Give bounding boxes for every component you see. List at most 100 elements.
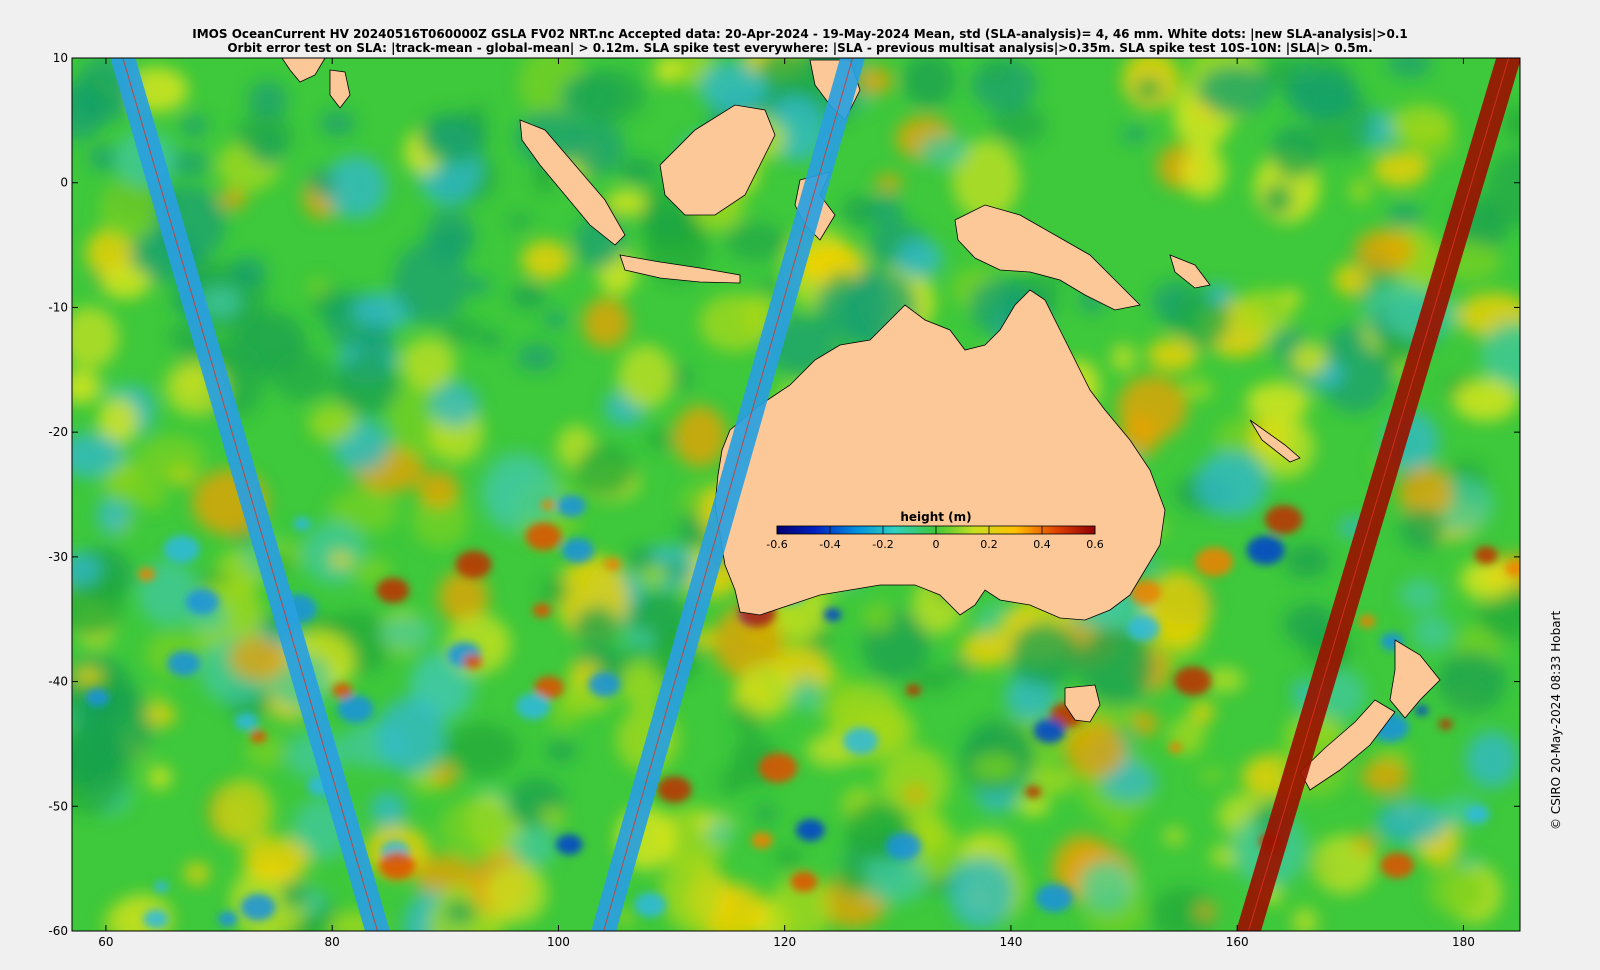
anomaly-patch — [982, 58, 1008, 82]
anomaly-patch — [618, 157, 660, 185]
anomaly-patch — [466, 104, 488, 130]
eddy-patch — [795, 818, 825, 842]
anomaly-patch — [379, 616, 434, 650]
eddy-patch — [143, 909, 169, 929]
anomaly-patch — [100, 264, 151, 299]
eddy-patch — [1195, 547, 1234, 577]
anomaly-patch — [360, 324, 395, 363]
anomaly-patch — [1117, 375, 1188, 441]
y-tick-label: -40 — [48, 675, 68, 689]
anomaly-patch — [903, 785, 927, 804]
anomaly-patch — [1372, 151, 1428, 188]
eddy-patch — [525, 522, 562, 551]
anomaly-patch — [1121, 125, 1148, 144]
eddy-patch — [163, 535, 200, 564]
eddy-patch — [1465, 805, 1490, 824]
anomaly-patch — [487, 862, 548, 924]
eddy-patch — [885, 832, 922, 860]
eddy-patch — [1358, 614, 1376, 628]
eddy-patch — [1380, 852, 1414, 879]
colorbar-tick-label: 0.4 — [1033, 538, 1051, 551]
anomaly-patch — [570, 120, 625, 175]
anomaly-patch — [653, 58, 682, 85]
eddy-patch — [337, 694, 374, 723]
anomaly-patch — [1131, 710, 1159, 736]
anomaly-patch — [510, 283, 547, 310]
anomaly-patch — [737, 662, 795, 719]
eddy-patch — [1174, 666, 1212, 696]
eddy-patch — [541, 499, 555, 511]
anomaly-patch — [1163, 827, 1185, 846]
anomaly-patch — [949, 659, 971, 678]
x-tick-label: 60 — [98, 935, 113, 949]
anomaly-patch — [1107, 817, 1131, 838]
map-plot-area — [72, 58, 1520, 931]
anomaly-patch — [184, 862, 210, 885]
anomaly-patch — [837, 863, 869, 896]
anomaly-patch — [1349, 177, 1372, 204]
anomaly-patch — [1180, 145, 1226, 199]
eddy-patch — [240, 893, 276, 921]
anomaly-patch — [757, 58, 811, 89]
colorbar-title: height (m) — [900, 510, 972, 524]
eddy-patch — [1438, 718, 1453, 730]
y-tick-label: -50 — [48, 799, 68, 813]
eddy-patch — [1127, 615, 1160, 642]
eddy-patch — [217, 911, 238, 927]
eddy-patch — [758, 752, 798, 783]
anomaly-patch — [645, 429, 676, 451]
anomaly-patch — [960, 631, 1013, 668]
anomaly-patch — [521, 240, 571, 280]
x-tick-label: 80 — [325, 935, 340, 949]
anomaly-patch — [659, 855, 723, 931]
anomaly-patch — [506, 213, 532, 230]
anomaly-patch — [425, 208, 475, 263]
anomaly-patch — [1199, 767, 1226, 784]
anomaly-patch — [625, 644, 646, 662]
anomaly-patch — [72, 718, 124, 790]
anomaly-patch — [72, 369, 102, 404]
eddy-patch — [1033, 718, 1066, 744]
anomaly-patch — [432, 763, 457, 787]
anomaly-patch — [542, 310, 568, 329]
anomaly-patch — [718, 770, 744, 796]
anomaly-patch — [1235, 289, 1294, 337]
eddy-patch — [185, 588, 220, 615]
anomaly-patch — [948, 856, 1014, 930]
anomaly-patch — [971, 752, 1020, 783]
eddy-patch — [532, 603, 552, 618]
eddy-patch — [379, 851, 416, 880]
anomaly-patch — [915, 667, 953, 693]
anomaly-patch — [480, 331, 503, 349]
colorbar-tick-label: -0.4 — [819, 538, 840, 551]
y-tick-label: -30 — [48, 550, 68, 564]
anomaly-patch — [1194, 451, 1268, 517]
eddy-patch — [234, 712, 258, 731]
anomaly-patch — [329, 551, 352, 568]
eddy-patch — [790, 871, 818, 892]
anomaly-patch — [137, 435, 205, 481]
anomaly-patch — [145, 688, 167, 710]
anomaly-patch — [72, 306, 119, 369]
anomaly-patch — [829, 272, 850, 286]
eddy-patch — [555, 834, 583, 855]
x-tick-label: 140 — [999, 935, 1022, 949]
anomaly-patch — [1387, 203, 1423, 227]
y-tick-label: -60 — [48, 924, 68, 938]
eddy-patch — [634, 892, 667, 918]
anomaly-patch — [1437, 651, 1507, 713]
anomaly-patch — [575, 444, 636, 498]
anomaly-patch — [706, 818, 734, 845]
anomaly-patch — [1353, 834, 1377, 854]
eddy-patch — [138, 567, 156, 581]
anomaly-patch — [515, 343, 558, 372]
eddy-patch — [463, 654, 483, 670]
anomaly-patch — [627, 547, 657, 571]
anomaly-patch — [664, 560, 685, 580]
anomaly-patch — [1334, 263, 1370, 296]
y-tick-label: -10 — [48, 300, 68, 314]
anomaly-patch — [444, 900, 477, 924]
anomaly-patch — [417, 470, 460, 509]
y-tick-label: -20 — [48, 425, 68, 439]
anomaly-patch — [1398, 578, 1442, 611]
